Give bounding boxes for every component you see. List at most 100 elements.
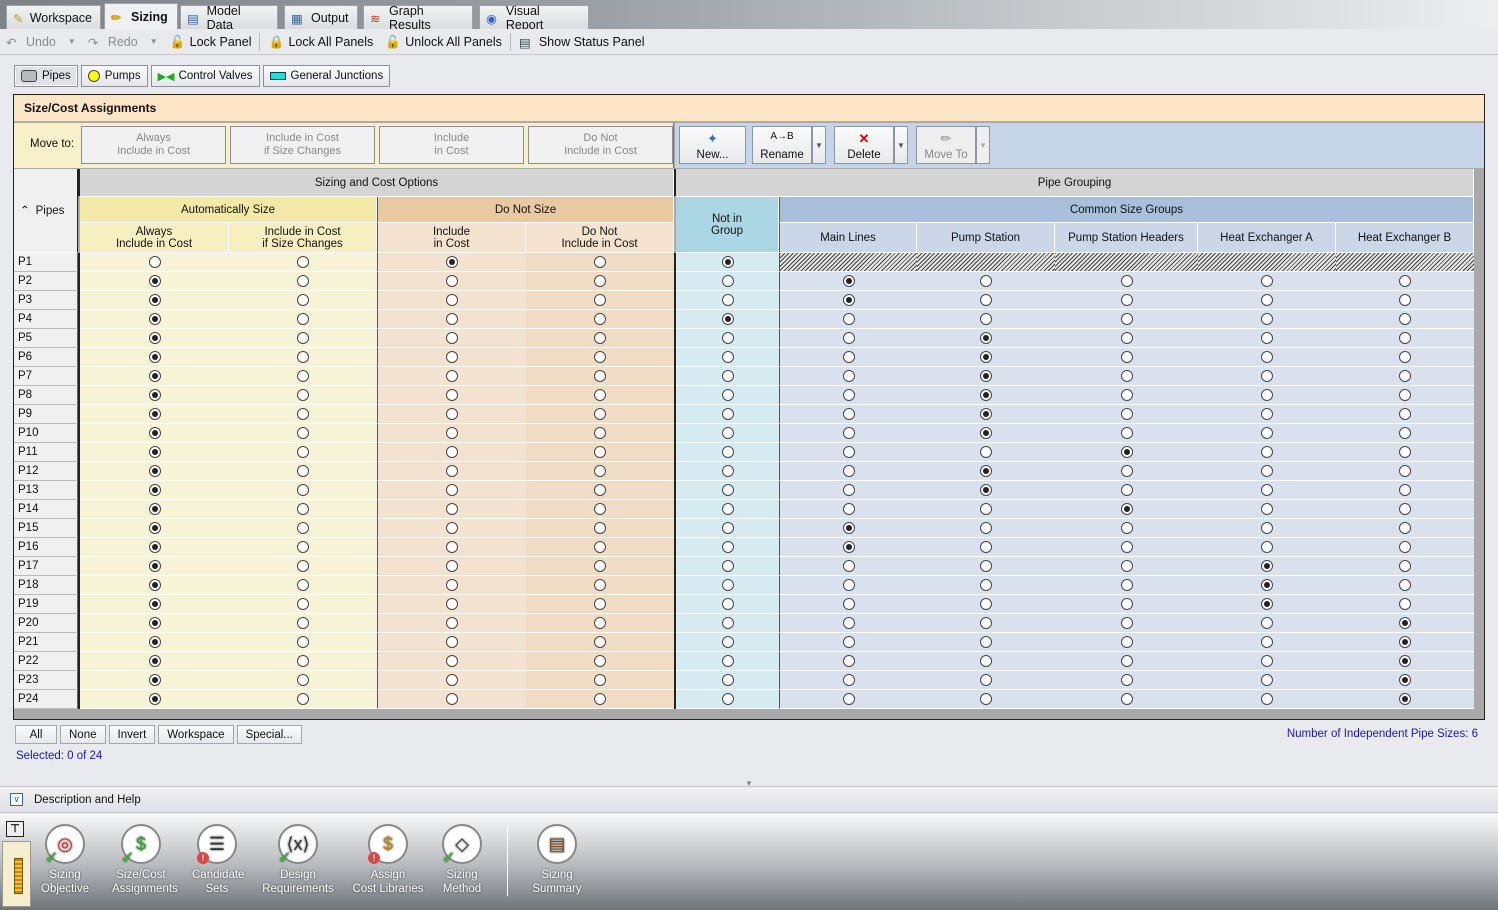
group-radio[interactable]: [1261, 560, 1273, 572]
group-radio[interactable]: [721, 313, 734, 325]
group-radio[interactable]: [1261, 617, 1273, 629]
pipe-name[interactable]: P20: [14, 614, 78, 633]
size-option-radio[interactable]: [297, 446, 309, 458]
size-option-radio[interactable]: [148, 313, 161, 325]
size-option-radio[interactable]: [297, 598, 309, 610]
pipe-name[interactable]: P6: [14, 348, 78, 367]
size-option-radio[interactable]: [594, 693, 606, 705]
launch-flowchart[interactable]: ◇ ✓ Sizing Method: [437, 824, 487, 896]
group-header-heat-exchanger-b[interactable]: Heat Exchanger B: [1336, 223, 1474, 253]
size-option-radio[interactable]: [297, 674, 309, 686]
size-option-radio[interactable]: [297, 427, 309, 439]
rename-dropdown[interactable]: ▼: [812, 126, 826, 164]
select-all-button[interactable]: All: [15, 725, 57, 744]
pipe-name[interactable]: P3: [14, 291, 78, 310]
size-option-radio[interactable]: [446, 294, 458, 306]
group-radio[interactable]: [980, 351, 992, 363]
group-radio[interactable]: [980, 427, 992, 439]
pipe-name[interactable]: P23: [14, 671, 78, 690]
pipe-name[interactable]: P9: [14, 405, 78, 424]
group-radio[interactable]: [1261, 693, 1273, 705]
tab-model-data[interactable]: ▤ Model Data: [180, 4, 278, 32]
size-option-radio[interactable]: [446, 256, 458, 268]
size-option-radio[interactable]: [446, 655, 458, 667]
group-radio[interactable]: [1120, 560, 1133, 572]
group-radio[interactable]: [1399, 389, 1411, 401]
size-option-radio[interactable]: [594, 427, 606, 439]
pipes-column-header[interactable]: ⌃ Pipes: [14, 169, 78, 253]
group-radio[interactable]: [1120, 636, 1133, 648]
size-option-radio[interactable]: [148, 408, 161, 420]
group-radio[interactable]: [1120, 446, 1133, 458]
group-radio[interactable]: [1261, 522, 1273, 534]
pipe-name[interactable]: P21: [14, 633, 78, 652]
group-radio[interactable]: [1120, 617, 1133, 629]
size-option-radio[interactable]: [446, 446, 458, 458]
group-radio[interactable]: [842, 674, 855, 686]
group-radio[interactable]: [1399, 579, 1411, 591]
size-option-radio[interactable]: [148, 484, 161, 496]
size-option-radio[interactable]: [446, 522, 458, 534]
move-do-not-include-button[interactable]: Do Not Include in Cost: [528, 126, 673, 164]
group-radio[interactable]: [842, 370, 855, 382]
group-radio[interactable]: [721, 256, 734, 268]
select-workspace-button[interactable]: Workspace: [158, 725, 234, 744]
group-radio[interactable]: [721, 636, 734, 648]
group-radio[interactable]: [842, 408, 855, 420]
group-radio[interactable]: [980, 294, 992, 306]
size-option-radio[interactable]: [446, 427, 458, 439]
group-radio[interactable]: [980, 541, 992, 553]
size-option-radio[interactable]: [446, 541, 458, 553]
size-option-radio[interactable]: [594, 674, 606, 686]
size-option-radio[interactable]: [594, 351, 606, 363]
group-radio[interactable]: [1399, 351, 1411, 363]
delete-group-button[interactable]: ✕ Delete: [834, 126, 894, 164]
launch-clipboard[interactable]: ▤ Sizing Summary: [532, 824, 582, 896]
size-option-radio[interactable]: [148, 465, 161, 477]
group-radio[interactable]: [842, 332, 855, 344]
pipe-name[interactable]: P13: [14, 481, 78, 500]
group-radio[interactable]: [842, 579, 855, 591]
size-option-radio[interactable]: [297, 560, 309, 572]
group-radio[interactable]: [980, 655, 992, 667]
group-radio[interactable]: [1399, 294, 1411, 306]
size-option-radio[interactable]: [148, 256, 161, 268]
group-radio[interactable]: [842, 275, 855, 287]
pipe-name[interactable]: P2: [14, 272, 78, 291]
tab-workspace[interactable]: ✎ Workspace: [6, 5, 101, 29]
size-option-radio[interactable]: [297, 579, 309, 591]
group-radio[interactable]: [842, 693, 855, 705]
group-radio[interactable]: [721, 655, 734, 667]
size-option-radio[interactable]: [297, 275, 309, 287]
size-option-radio[interactable]: [297, 655, 309, 667]
size-option-radio[interactable]: [594, 598, 606, 610]
group-radio[interactable]: [1120, 465, 1133, 477]
group-radio[interactable]: [721, 617, 734, 629]
tab-visual-report[interactable]: ◉ Visual Report: [479, 4, 589, 32]
group-radio[interactable]: [1261, 275, 1273, 287]
group-radio[interactable]: [1261, 408, 1273, 420]
size-option-radio[interactable]: [594, 446, 606, 458]
group-radio[interactable]: [980, 674, 992, 686]
group-radio[interactable]: [980, 446, 992, 458]
group-radio[interactable]: [980, 617, 992, 629]
group-radio[interactable]: [980, 579, 992, 591]
group-radio[interactable]: [842, 446, 855, 458]
size-option-radio[interactable]: [297, 256, 309, 268]
size-option-radio[interactable]: [297, 465, 309, 477]
size-option-radio[interactable]: [148, 389, 161, 401]
group-radio[interactable]: [1399, 332, 1411, 344]
group-radio[interactable]: [1261, 332, 1273, 344]
size-option-radio[interactable]: [446, 560, 458, 572]
tab-sizing[interactable]: ✏ Sizing: [104, 3, 178, 29]
undo-button[interactable]: ↶ Undo ▼: [0, 35, 82, 50]
size-option-radio[interactable]: [594, 522, 606, 534]
launch-cost-library[interactable]: $! Assign Cost Libraries: [350, 824, 426, 896]
group-radio[interactable]: [721, 332, 734, 344]
group-radio[interactable]: [1120, 370, 1133, 382]
size-option-radio[interactable]: [297, 332, 309, 344]
group-radio[interactable]: [980, 560, 992, 572]
group-radio[interactable]: [1261, 389, 1273, 401]
size-option-radio[interactable]: [446, 598, 458, 610]
group-radio[interactable]: [1120, 503, 1133, 515]
